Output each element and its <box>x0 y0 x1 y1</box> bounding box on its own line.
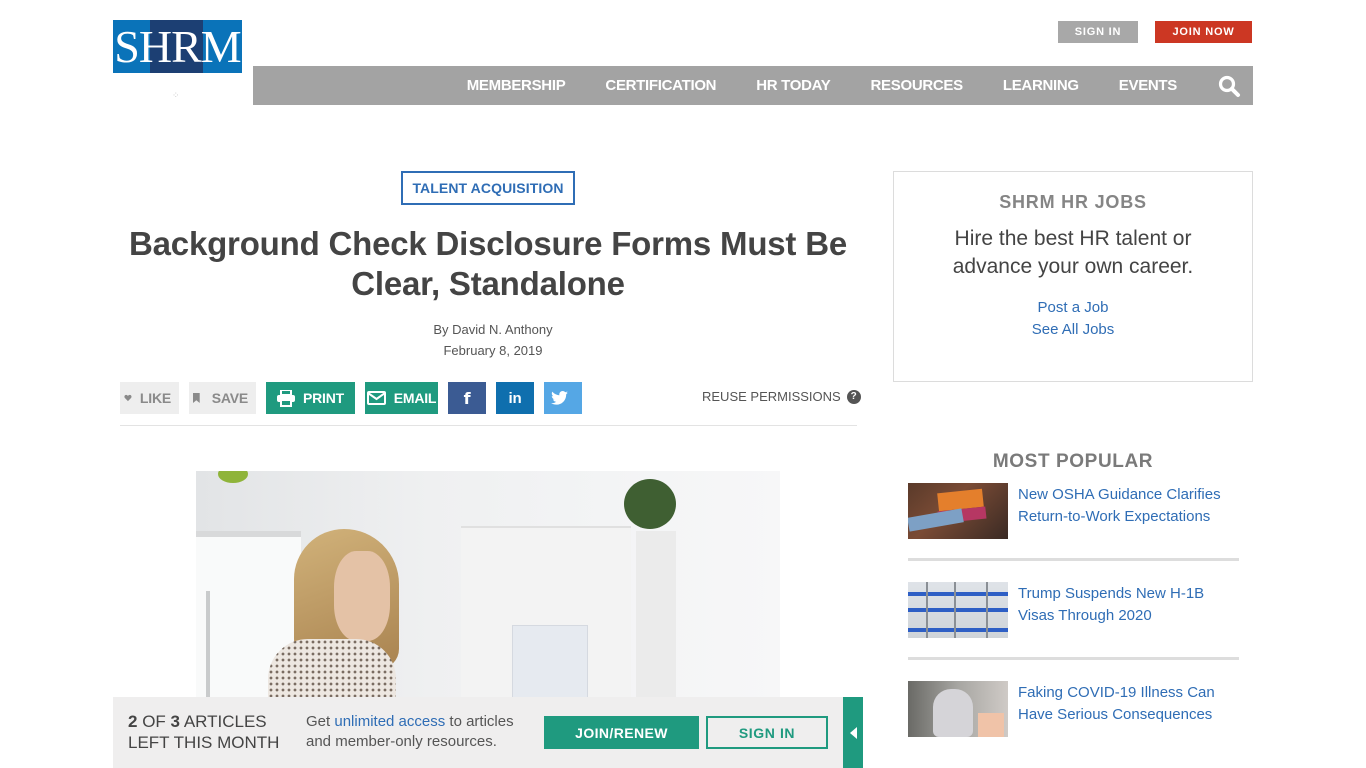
popular-divider <box>908 558 1239 561</box>
unlimited-access-link[interactable]: unlimited access <box>334 713 445 730</box>
heart-icon <box>124 394 132 402</box>
hr-jobs-title: SHRM HR JOBS <box>999 192 1147 212</box>
articles-remaining-counter: 2 OF 3 ARTICLES LEFT THIS MONTH <box>128 712 280 752</box>
help-icon[interactable]: ? <box>846 389 861 404</box>
nav-events[interactable]: EVENTS <box>1119 77 1178 94</box>
article-date: February 8, 2019 <box>443 343 543 358</box>
paywall-collapse-toggle[interactable] <box>843 697 863 768</box>
popular-article-item[interactable]: New OSHA Guidance Clarifies Return-to-Wo… <box>908 483 1239 539</box>
hr-jobs-links: Post a Job See All Jobs <box>894 297 1252 341</box>
envelope-icon <box>366 391 386 405</box>
hero-plant <box>218 471 248 483</box>
twitter-share-button[interactable] <box>544 382 582 414</box>
nav-hr-today[interactable]: HR TODAY <box>756 77 831 94</box>
twitter-icon <box>550 391 568 405</box>
popular-article-link[interactable]: Faking COVID-19 Illness Can Have Serious… <box>1018 682 1239 737</box>
print-label: PRINT <box>302 390 344 406</box>
actions-divider <box>120 425 857 426</box>
print-button[interactable]: PRINT <box>266 382 355 414</box>
paywall-message: Get unlimited access to articles and mem… <box>306 713 514 750</box>
popular-article-item[interactable]: Trump Suspends New H-1B Visas Through 20… <box>908 582 1239 638</box>
paywall-sign-in-button[interactable]: SIGN IN <box>706 716 828 749</box>
facebook-share-button[interactable]: f <box>448 382 486 414</box>
popular-article-link[interactable]: Trump Suspends New H-1B Visas Through 20… <box>1018 583 1239 638</box>
article-author: By David N. Anthony <box>433 322 553 337</box>
popular-article-thumbnail[interactable] <box>908 483 1008 539</box>
popular-article-thumbnail[interactable] <box>908 582 1008 638</box>
header-sign-in-button[interactable]: SIGN IN <box>1058 21 1138 43</box>
popular-article-thumbnail[interactable] <box>908 681 1008 737</box>
nav-certification[interactable]: CERTIFICATION <box>605 77 716 94</box>
article-hero-image <box>196 471 780 698</box>
metered-paywall-bar: 2 OF 3 ARTICLES LEFT THIS MONTH Get unli… <box>113 697 843 768</box>
reuse-permissions-link[interactable]: REUSE PERMISSIONS ? <box>702 389 861 404</box>
article-actions: LIKE SAVE PRINT EMAIL f in <box>120 382 592 414</box>
email-label: EMAIL <box>393 390 437 406</box>
hr-jobs-widget: SHRM HR JOBS Hire the best HR talent or … <box>893 171 1253 382</box>
like-label: LIKE <box>139 390 171 406</box>
article-title: Background Check Disclosure Forms Must B… <box>129 225 847 302</box>
shrm-logo[interactable]: SHRM <box>113 20 242 73</box>
see-all-jobs-link[interactable]: See All Jobs <box>894 319 1252 341</box>
nav-membership[interactable]: MEMBERSHIP <box>467 77 566 94</box>
main-nav: MEMBERSHIP CERTIFICATION HR TODAY RESOUR… <box>253 66 1253 105</box>
header-join-now-button[interactable]: JOIN NOW <box>1155 21 1252 43</box>
save-button[interactable]: SAVE <box>189 382 256 414</box>
bookmark-icon <box>193 392 200 404</box>
nav-learning[interactable]: LEARNING <box>1003 77 1079 94</box>
nav-resources[interactable]: RESOURCES <box>871 77 964 94</box>
popular-divider <box>908 657 1239 660</box>
like-button[interactable]: LIKE <box>120 382 179 414</box>
caret-left-icon <box>849 726 857 739</box>
category-tag[interactable]: TALENT ACQUISITION <box>401 171 575 205</box>
post-a-job-link[interactable]: Post a Job <box>894 297 1252 319</box>
hr-jobs-description: Hire the best HR talent or advance your … <box>952 227 1194 278</box>
search-icon[interactable] <box>1217 74 1241 98</box>
popular-article-link[interactable]: New OSHA Guidance Clarifies Return-to-Wo… <box>1018 484 1239 539</box>
reuse-permissions-label: REUSE PERMISSIONS <box>702 389 841 404</box>
most-popular-title: MOST POPULAR <box>992 451 1154 472</box>
logo-text: SHRM <box>114 21 241 72</box>
article-meta: By David N. Anthony February 8, 2019 <box>118 319 868 361</box>
join-renew-button[interactable]: JOIN/RENEW <box>544 716 699 749</box>
printer-icon <box>276 389 295 407</box>
linkedin-icon: in <box>508 389 522 407</box>
logo-loading-icon: ⁘ <box>172 90 180 100</box>
facebook-icon: f <box>463 388 471 408</box>
hero-plant <box>624 479 676 529</box>
email-button[interactable]: EMAIL <box>365 382 438 414</box>
popular-article-item[interactable]: Faking COVID-19 Illness Can Have Serious… <box>908 681 1239 737</box>
linkedin-share-button[interactable]: in <box>496 382 534 414</box>
save-label: SAVE <box>211 390 248 406</box>
